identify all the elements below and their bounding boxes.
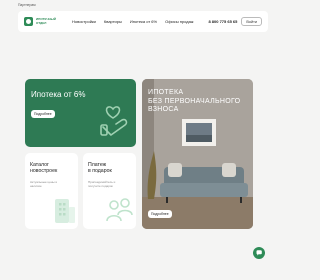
gift-subtitle: Присоединяйтесь и получите подарок xyxy=(88,180,116,188)
logo[interactable]: Ипотечный отдел xyxy=(24,17,60,26)
nav-item-mortgage[interactable]: Ипотека от 6% xyxy=(130,19,157,24)
catalog-title: Каталог новостроек xyxy=(30,162,58,175)
photo-more-button[interactable]: Подробнее xyxy=(148,210,172,218)
chat-icon xyxy=(256,250,262,256)
nav-item-offices[interactable]: Офисы продаж xyxy=(165,19,193,24)
gift-card[interactable]: Платеж в подарок Присоединяйтесь и получ… xyxy=(83,153,136,229)
promo-card-no-downpayment[interactable]: ИПОТЕКА БЕЗ ПЕРВОНАЧАЛЬНОГО ВЗНОСА Подро… xyxy=(142,79,253,229)
catalog-subtitle: Актуальные цены и наличие xyxy=(30,180,58,188)
logo-mark-icon xyxy=(24,17,33,26)
promo-card-mortgage[interactable]: Ипотека от 6% Подробнее xyxy=(25,79,136,147)
chat-button[interactable] xyxy=(253,247,265,259)
photo-title: ИПОТЕКА БЕЗ ПЕРВОНАЧАЛЬНОГО ВЗНОСА xyxy=(148,89,241,114)
main-nav: Новостройки Квартиры Ипотека от 6% Офисы… xyxy=(72,19,193,24)
phone-number[interactable]: 8 800 775 65 65 xyxy=(208,19,237,24)
building-icon xyxy=(55,199,75,223)
logo-text: Ипотечный отдел xyxy=(36,17,56,25)
header: Ипотечный отдел Новостройки Квартиры Ипо… xyxy=(18,11,268,32)
gift-title: Платеж в подарок xyxy=(88,162,112,175)
nav-item-newbuilds[interactable]: Новостройки xyxy=(72,19,96,24)
nav-item-apartments[interactable]: Квартиры xyxy=(104,19,122,24)
heart-hand-icon xyxy=(100,106,128,136)
people-icon xyxy=(106,198,133,222)
catalog-card[interactable]: Каталог новостроек Актуальные цены и нал… xyxy=(25,153,78,229)
promo-more-button[interactable]: Подробнее xyxy=(31,110,55,118)
partners-link[interactable]: Партнерам xyxy=(18,3,36,7)
login-button[interactable]: Войти xyxy=(241,17,262,26)
promo-title: Ипотека от 6% xyxy=(31,90,86,99)
